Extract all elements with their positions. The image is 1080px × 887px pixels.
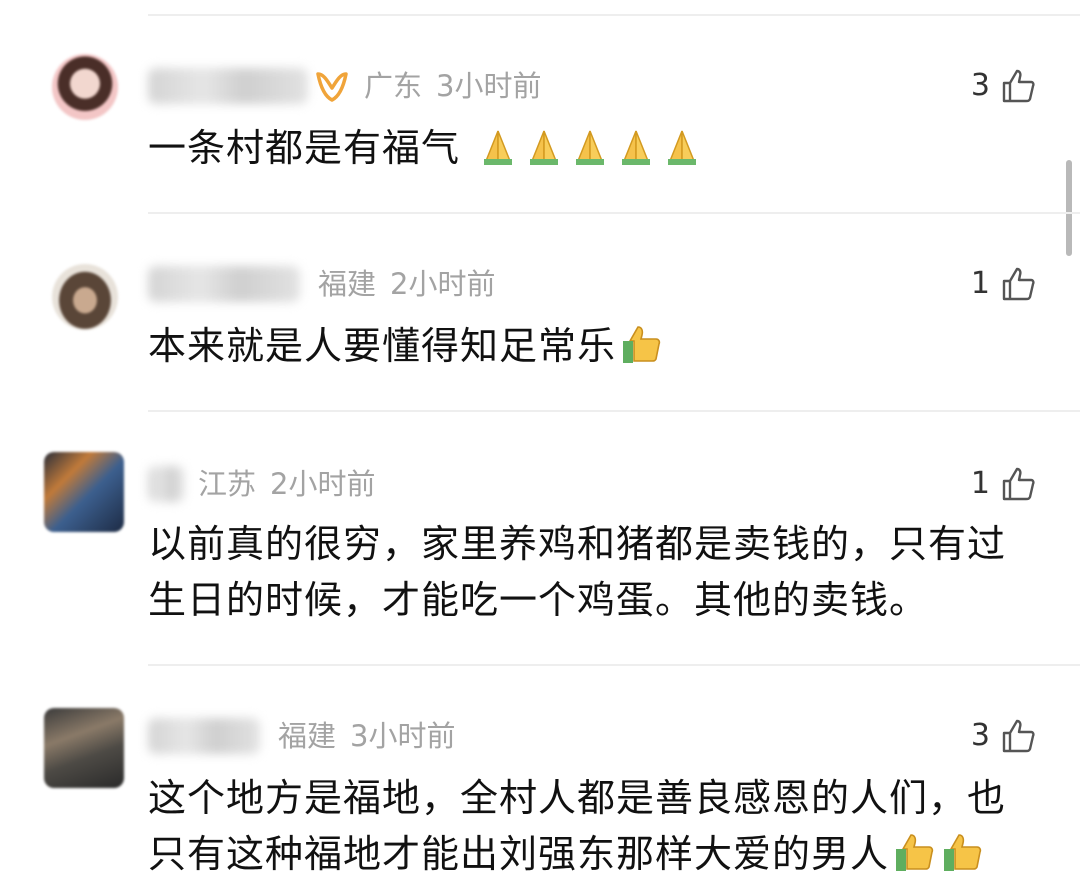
folded-hands-icon [622,130,651,165]
like-count: 3 [970,718,990,753]
comment-text: 本来就是人要懂得知足常乐 [148,318,1048,374]
like-count: 1 [970,466,990,501]
comment-meta: 江苏 2小时前 [198,466,375,502]
username-blurred[interactable] [148,718,260,754]
comment-meta: 福建 2小时前 [318,266,495,302]
comment-meta: 广东 3小时前 [364,68,541,104]
user-avatar[interactable] [52,54,118,120]
thumbs-up-icon [623,326,661,363]
comment-text: 一条村都是有福气 [148,120,1048,176]
comment-body-line: 以前真的很穷，家里养鸡和猪都是卖钱的，只有过 [148,522,1007,566]
like-button[interactable]: 1 [971,466,1036,502]
thumbs-up-icon [1002,467,1035,501]
user-avatar[interactable] [44,452,124,532]
location: 江苏 [198,467,257,501]
comment-divider [148,212,1080,214]
location: 福建 [318,267,377,301]
folded-hands-icon [576,130,605,165]
comment-body-line: 这个地方是福地，全村人都是善良感恩的人们，也 [148,776,1007,820]
like-count: 3 [970,68,990,103]
comment-meta: 福建 3小时前 [278,718,455,754]
timestamp: 3小时前 [350,719,456,753]
emoji-group [460,126,703,170]
location: 福建 [278,719,337,753]
thumbs-up-icon [1002,719,1035,753]
comment-body: 一条村都是有福气 [148,126,461,170]
comment-body-line-wrap: 只有这种福地才能出刘强东那样大爱的男人 [148,826,1048,882]
username-blurred[interactable] [148,266,300,302]
comment-divider [148,664,1080,666]
folded-hands-icon [484,130,513,165]
thumbs-up-icon [1002,267,1035,301]
vip-badge-icon [316,72,348,102]
timestamp: 2小时前 [390,267,496,301]
scrollbar[interactable] [1066,160,1072,256]
comment-body-line: 生日的时候，才能吃一个鸡蛋。其他的卖钱。 [148,578,929,622]
like-button[interactable]: 1 [971,266,1036,302]
folded-hands-icon [668,130,697,165]
top-divider [148,14,1080,16]
comment-body: 本来就是人要懂得知足常乐 [148,324,617,368]
thumbs-up-icon [944,834,982,871]
comment-body-line: 只有这种福地才能出刘强东那样大爱的男人 [148,832,890,876]
folded-hands-icon [530,130,559,165]
thumbs-up-icon [1002,69,1035,103]
like-button[interactable]: 3 [971,68,1036,104]
like-button[interactable]: 3 [971,718,1036,754]
comment-text: 这个地方是福地，全村人都是善良感恩的人们，也 只有这种福地才能出刘强东那样大爱的… [148,770,1048,882]
like-count: 1 [970,266,990,301]
username-blurred[interactable] [148,68,308,104]
user-avatar[interactable] [44,708,124,788]
user-avatar[interactable] [52,264,118,330]
username-blurred[interactable] [148,466,184,502]
comment-text: 以前真的很穷，家里养鸡和猪都是卖钱的，只有过 生日的时候，才能吃一个鸡蛋。其他的… [148,516,1048,628]
thumbs-up-icon [896,834,934,871]
timestamp: 3小时前 [436,69,542,103]
location: 广东 [364,69,423,103]
comment-divider [148,410,1080,412]
timestamp: 2小时前 [270,467,376,501]
